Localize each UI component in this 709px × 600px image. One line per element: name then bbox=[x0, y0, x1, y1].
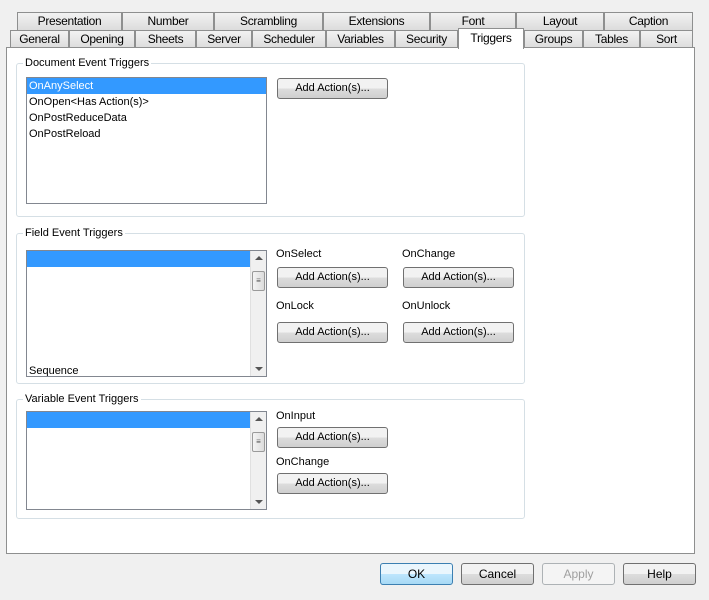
onunlock-label: OnUnlock bbox=[402, 300, 451, 312]
tab-scrambling[interactable]: Scrambling bbox=[214, 12, 323, 30]
tab-general[interactable]: General bbox=[10, 30, 69, 48]
scroll-up-icon[interactable] bbox=[255, 256, 263, 260]
tab-security[interactable]: Security bbox=[395, 30, 458, 48]
tab-variables[interactable]: Variables bbox=[326, 30, 395, 48]
onselect-label: OnSelect bbox=[276, 248, 322, 260]
scroll-thumb[interactable]: ≡ bbox=[252, 432, 265, 452]
list-item[interactable]: Sequence bbox=[27, 363, 266, 376]
scroll-down-icon[interactable] bbox=[255, 367, 263, 371]
scrollbar[interactable]: ≡ bbox=[250, 412, 266, 509]
list-item[interactable] bbox=[27, 251, 266, 267]
variable-event-list[interactable]: ≡ bbox=[26, 411, 267, 510]
variable-onchange-add-actions-button[interactable]: Add Action(s)... bbox=[277, 473, 388, 494]
list-item[interactable] bbox=[27, 428, 266, 444]
list-item[interactable] bbox=[27, 476, 266, 492]
variable-onchange-label: OnChange bbox=[276, 456, 330, 468]
tab-layout[interactable]: Layout bbox=[516, 12, 604, 30]
oninput-add-actions-button[interactable]: Add Action(s)... bbox=[277, 427, 388, 448]
tab-caption[interactable]: Caption bbox=[604, 12, 693, 30]
list-item[interactable]: OnOpen<Has Action(s)> bbox=[27, 94, 266, 110]
scrollbar[interactable]: ≡ bbox=[250, 251, 266, 376]
tab-number[interactable]: Number bbox=[122, 12, 214, 30]
list-item[interactable]: OnPostReload bbox=[27, 126, 266, 142]
group-title: Document Event Triggers bbox=[23, 57, 152, 69]
list-item[interactable] bbox=[27, 315, 266, 331]
list-item[interactable] bbox=[27, 267, 266, 283]
list-item[interactable] bbox=[27, 492, 266, 508]
tab-presentation[interactable]: Presentation bbox=[17, 12, 122, 30]
list-item[interactable] bbox=[27, 347, 266, 363]
list-item[interactable] bbox=[27, 283, 266, 299]
field-event-list[interactable]: Sequence ≡ bbox=[26, 250, 267, 377]
list-item[interactable]: OnPostReduceData bbox=[27, 110, 266, 126]
tab-triggers[interactable]: Triggers bbox=[458, 28, 524, 49]
tab-groups[interactable]: Groups bbox=[524, 30, 583, 48]
onlock-label: OnLock bbox=[276, 300, 314, 312]
tab-sheets[interactable]: Sheets bbox=[135, 30, 196, 48]
scroll-up-icon[interactable] bbox=[255, 417, 263, 421]
onunlock-add-actions-button[interactable]: Add Action(s)... bbox=[403, 322, 514, 343]
tab-scheduler[interactable]: Scheduler bbox=[252, 30, 326, 48]
tab-sort[interactable]: Sort bbox=[640, 30, 693, 48]
scroll-down-icon[interactable] bbox=[255, 500, 263, 504]
oninput-label: OnInput bbox=[276, 410, 316, 422]
onlock-add-actions-button[interactable]: Add Action(s)... bbox=[277, 322, 388, 343]
document-event-list[interactable]: OnAnySelect OnOpen<Has Action(s)> OnPostRe… bbox=[26, 77, 267, 204]
tab-tables[interactable]: Tables bbox=[583, 30, 640, 48]
tab-server[interactable]: Server bbox=[196, 30, 252, 48]
list-item[interactable] bbox=[27, 299, 266, 315]
cancel-button[interactable]: Cancel bbox=[461, 563, 534, 585]
help-button[interactable]: Help bbox=[623, 563, 696, 585]
list-item[interactable] bbox=[27, 331, 266, 347]
onchange-label: OnChange bbox=[402, 248, 456, 260]
scroll-thumb[interactable]: ≡ bbox=[252, 271, 265, 291]
apply-button[interactable]: Apply bbox=[542, 563, 615, 585]
list-item[interactable] bbox=[27, 444, 266, 460]
document-add-actions-button[interactable]: Add Action(s)... bbox=[277, 78, 388, 99]
list-item[interactable] bbox=[27, 412, 266, 428]
group-title: Field Event Triggers bbox=[23, 227, 125, 239]
group-title: Variable Event Triggers bbox=[23, 393, 141, 405]
onselect-add-actions-button[interactable]: Add Action(s)... bbox=[277, 267, 388, 288]
tab-extensions[interactable]: Extensions bbox=[323, 12, 430, 30]
tab-opening[interactable]: Opening bbox=[69, 30, 135, 48]
ok-button[interactable]: OK bbox=[380, 563, 453, 585]
onchange-add-actions-button[interactable]: Add Action(s)... bbox=[403, 267, 514, 288]
list-item[interactable]: OnAnySelect bbox=[27, 78, 266, 94]
list-item[interactable] bbox=[27, 460, 266, 476]
